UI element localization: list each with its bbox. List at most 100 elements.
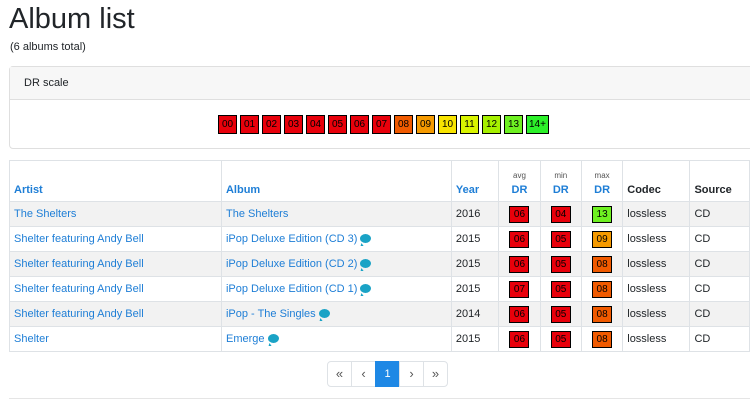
year-cell: 2016 [450, 201, 500, 227]
artist-cell[interactable]: Shelter [9, 326, 222, 352]
dr-scale-badge: 10 [438, 115, 457, 134]
artist-link[interactable]: Shelter featuring Andy Bell [14, 233, 144, 245]
artist-link[interactable]: Shelter featuring Andy Bell [14, 258, 144, 270]
max-dr-cell: 08 [580, 251, 624, 277]
album-cell[interactable]: The Shelters [220, 201, 452, 227]
codec-column-header: Codec [622, 160, 691, 202]
album-link[interactable]: Emerge [226, 333, 265, 345]
dr-value-badge: 06 [509, 330, 530, 348]
dr-value-badge: 05 [550, 305, 571, 323]
table-row: The Shelters The Shelters 2016 06 04 13 lossle… [9, 201, 750, 227]
dr-scale-badge: 06 [350, 115, 369, 134]
avg-dr-cell: 06 [498, 326, 541, 352]
codec-cell: lossless [622, 251, 691, 277]
dr-scale-badge: 03 [284, 115, 303, 134]
album-link[interactable]: iPop Deluxe Edition (CD 2) [226, 258, 357, 270]
dr-value-badge: 05 [550, 255, 571, 273]
first-page-button[interactable]: « [327, 361, 352, 387]
album-cell[interactable]: iPop - The Singles [220, 301, 452, 327]
comment-icon[interactable] [360, 284, 372, 293]
dr-value-badge: 08 [592, 305, 613, 323]
last-page-button[interactable]: » [423, 361, 448, 387]
artist-cell[interactable]: Shelter featuring Andy Bell [9, 251, 222, 277]
artist-link[interactable]: Shelter featuring Andy Bell [14, 283, 144, 295]
max-dr-cell: 08 [580, 301, 624, 327]
album-cell[interactable]: iPop Deluxe Edition (CD 3) [220, 226, 452, 252]
dr-value-badge: 08 [592, 330, 613, 348]
dr-scale-badge: 08 [394, 115, 413, 134]
previous-page-button[interactable]: ‹ [351, 361, 376, 387]
album-link[interactable]: iPop Deluxe Edition (CD 3) [226, 233, 357, 245]
artist-cell[interactable]: The Shelters [9, 201, 222, 227]
dr-scale-badge: 09 [416, 115, 435, 134]
comment-icon[interactable] [360, 259, 372, 268]
comment-icon[interactable] [360, 234, 372, 243]
artist-link[interactable]: Shelter featuring Andy Bell [14, 308, 144, 320]
dr-value-badge: 08 [592, 280, 613, 298]
dr-value-badge: 09 [592, 230, 613, 248]
avg-dr-column-header[interactable]: avg DR [498, 160, 541, 202]
album-link[interactable]: The Shelters [226, 208, 288, 220]
album-count: (6 albums total) [10, 41, 86, 53]
comment-icon[interactable] [318, 309, 330, 318]
artist-cell[interactable]: Shelter featuring Andy Bell [9, 301, 222, 327]
min-dr-cell: 05 [539, 251, 582, 277]
dr-scale-badge: 05 [328, 115, 347, 134]
year-cell: 2015 [450, 276, 500, 302]
min-dr-cell: 05 [539, 226, 582, 252]
source-cell: CD [689, 326, 750, 352]
artist-cell[interactable]: Shelter featuring Andy Bell [9, 226, 222, 252]
dr-scale-badge: 14+ [526, 115, 549, 134]
current-page-button[interactable]: 1 [375, 361, 400, 387]
source-cell: CD [689, 226, 750, 252]
dr-value-badge: 07 [509, 280, 530, 298]
footer-divider [9, 398, 750, 399]
dr-value-badge: 05 [550, 330, 571, 348]
min-dr-cell: 05 [539, 326, 582, 352]
comment-icon[interactable] [267, 334, 279, 343]
year-column-header[interactable]: Year [450, 160, 500, 202]
max-dr-column-header[interactable]: max DR [580, 160, 624, 202]
codec-cell: lossless [622, 301, 691, 327]
album-cell[interactable]: iPop Deluxe Edition (CD 2) [220, 251, 452, 277]
codec-cell: lossless [622, 226, 691, 252]
table-row: Shelter featuring Andy Bell iPop - The Si… [9, 301, 750, 327]
album-cell[interactable]: Emerge [220, 326, 452, 352]
max-dr-cell: 08 [580, 326, 624, 352]
table-row: Shelter Emerge 2015 06 05 08 lossless CD [9, 326, 750, 352]
min-dr-cell: 05 [539, 301, 582, 327]
dr-scale-badge: 00 [218, 115, 237, 134]
dr-scale-badge: 12 [482, 115, 501, 134]
dr-scale-badge: 04 [306, 115, 325, 134]
codec-cell: lossless [622, 326, 691, 352]
dr-scale-badge: 11 [460, 115, 479, 134]
dr-value-badge: 08 [592, 255, 613, 273]
dr-value-badge: 06 [509, 230, 530, 248]
album-link[interactable]: iPop Deluxe Edition (CD 1) [226, 283, 357, 295]
dr-scale-badge: 13 [504, 115, 523, 134]
dr-scale-row: 00 01 02 03 04 05 06 07 08 09 10 11 12 13 14+ [218, 115, 549, 134]
max-dr-cell: 09 [580, 226, 624, 252]
artist-link[interactable]: Shelter [14, 333, 49, 345]
artist-cell[interactable]: Shelter featuring Andy Bell [9, 276, 222, 302]
avg-dr-cell: 06 [498, 226, 541, 252]
page-title: Album list [9, 3, 135, 35]
album-cell[interactable]: iPop Deluxe Edition (CD 1) [220, 276, 452, 302]
artist-column-header[interactable]: Artist [9, 160, 222, 202]
dr-scale-header: DR scale [10, 67, 750, 100]
year-cell: 2015 [450, 251, 500, 277]
codec-cell: lossless [622, 201, 691, 227]
album-column-header[interactable]: Album [220, 160, 452, 202]
year-cell: 2014 [450, 301, 500, 327]
min-dr-cell: 04 [539, 201, 582, 227]
album-link[interactable]: iPop - The Singles [226, 308, 316, 320]
table-row: Shelter featuring Andy Bell iPop Deluxe E… [9, 251, 750, 277]
artist-link[interactable]: The Shelters [14, 208, 76, 220]
dr-scale-badge: 07 [372, 115, 391, 134]
pagination: « ‹ 1 › » [327, 361, 448, 387]
next-page-button[interactable]: › [399, 361, 424, 387]
max-dr-cell: 13 [580, 201, 624, 227]
min-dr-column-header[interactable]: min DR [539, 160, 582, 202]
dr-value-badge: 05 [550, 230, 571, 248]
table-row: Shelter featuring Andy Bell iPop Deluxe E… [9, 276, 750, 302]
